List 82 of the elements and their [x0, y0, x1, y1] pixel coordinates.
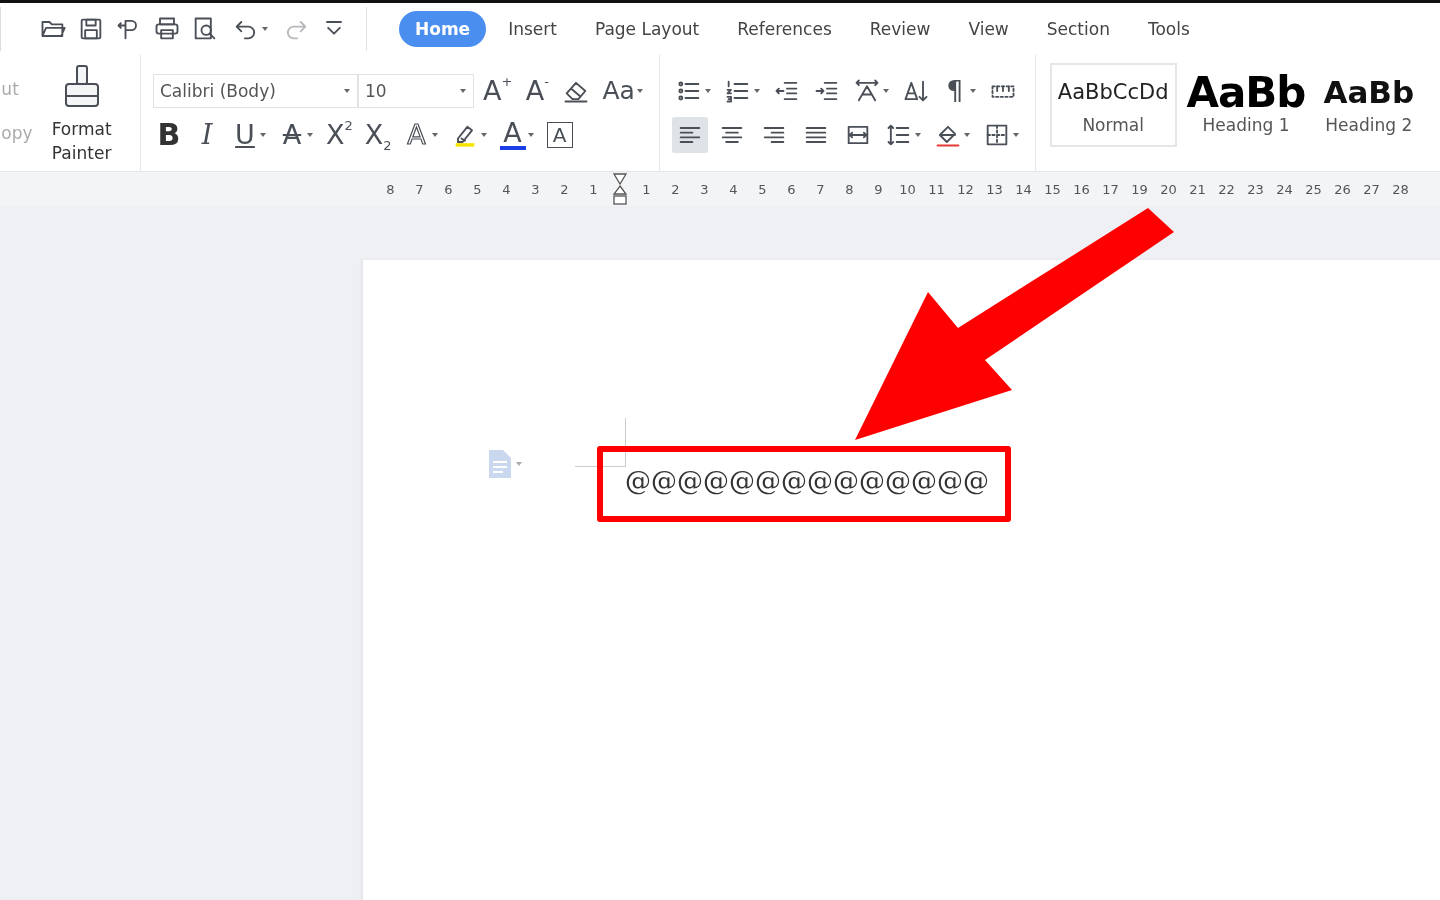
caret-icon[interactable]	[635, 87, 644, 95]
font-size-value: 10	[365, 81, 387, 101]
character-border-button[interactable]: A	[546, 122, 573, 148]
ribbon-tab[interactable]: Page Layout	[578, 11, 716, 47]
ruler-number: 8	[385, 181, 396, 197]
ruler-number: 21	[1188, 181, 1207, 197]
bold-button[interactable]: B	[156, 119, 182, 151]
ribbon-tab[interactable]: Review	[853, 11, 947, 47]
ruler-number: 5	[472, 181, 483, 197]
superscript-button[interactable]: X$^{2}$	[326, 119, 353, 151]
caret-icon[interactable]	[430, 131, 439, 139]
ruler-number: 26	[1333, 181, 1352, 197]
ruler-number: 9	[873, 181, 884, 197]
ruler-number: 12	[956, 181, 975, 197]
ruler-number: 2	[559, 181, 570, 197]
ruler-number: 14	[1014, 181, 1033, 197]
ruler-number: 8	[844, 181, 855, 197]
font-color-button[interactable]: A	[499, 120, 526, 150]
caret-icon[interactable]	[526, 131, 535, 139]
grow-font-button[interactable]: A$^{+}$	[483, 75, 513, 107]
caret-icon[interactable]	[343, 87, 351, 95]
ruler-number: 7	[815, 181, 826, 197]
ruler-number: 3	[530, 181, 541, 197]
ruler-number: 24	[1275, 181, 1294, 197]
caret-icon[interactable]	[968, 87, 977, 95]
ribbon-tab[interactable]: Insert	[492, 11, 573, 47]
ruler-number: 15	[1043, 181, 1062, 197]
ribbon-tab[interactable]: View	[952, 11, 1025, 47]
ribbon-tab[interactable]: References	[721, 11, 848, 47]
caret-icon[interactable]	[703, 87, 712, 95]
ribbon-tab[interactable]: Section	[1030, 11, 1126, 47]
indent-marker-icon[interactable]	[612, 172, 628, 206]
italic-button[interactable]: I	[194, 119, 220, 151]
caret-icon[interactable]	[913, 131, 922, 139]
style-preset[interactable]: AaBb Heading 2	[1315, 63, 1423, 147]
caret-icon[interactable]	[881, 87, 890, 95]
ruler-number: 7	[414, 181, 425, 197]
ruler-number: 5	[757, 181, 768, 197]
ruler-number: 28	[1391, 181, 1410, 197]
ruler-number: 6	[443, 181, 454, 197]
paragraph-marks-button[interactable]: ¶	[941, 75, 968, 107]
document-text: @@@@@@@@@@@@@@	[625, 466, 989, 496]
ribbon-tab[interactable]: Tools	[1131, 11, 1206, 47]
font-name-dropdown[interactable]: Calibri (Body)	[153, 74, 358, 108]
underline-button[interactable]: U	[232, 119, 258, 151]
caret-icon[interactable]	[1011, 131, 1020, 139]
ruler-number: 3	[699, 181, 710, 197]
ruler-number: 10	[898, 181, 917, 197]
ruler-number: 6	[786, 181, 797, 197]
font-size-dropdown[interactable]: 10	[358, 74, 474, 108]
caret-icon[interactable]	[962, 131, 971, 139]
ruler-number: 19	[1130, 181, 1149, 197]
ruler-number: 1	[588, 181, 599, 197]
subscript-button[interactable]: X$_{2}$	[364, 119, 392, 151]
caret-icon[interactable]	[306, 131, 314, 139]
ruler-number: 25	[1304, 181, 1323, 197]
caret-icon[interactable]	[479, 131, 488, 139]
caret-icon[interactable]	[259, 131, 267, 139]
ruler-number: 11	[927, 181, 946, 197]
ruler-number: 23	[1246, 181, 1265, 197]
ruler-number: 20	[1159, 181, 1178, 197]
ruler-number: 4	[501, 181, 512, 197]
format-painter-label[interactable]: Format Painter	[46, 117, 117, 165]
style-preset[interactable]: AaBb Heading 1	[1178, 63, 1314, 147]
caret-icon[interactable]	[752, 87, 761, 95]
ruler-number: 17	[1101, 181, 1120, 197]
ruler-number: 13	[985, 181, 1004, 197]
ruler-number: 16	[1072, 181, 1091, 197]
style-preset[interactable]: AaBbCcDd Normal	[1049, 63, 1177, 147]
caret-icon[interactable]	[459, 87, 467, 95]
ruler-number: 4	[728, 181, 739, 197]
ruler-number: 1	[641, 181, 652, 197]
margin-corner-mark	[575, 418, 626, 467]
shrink-font-button[interactable]: A$^{-}$	[524, 75, 551, 107]
ruler-number: 27	[1362, 181, 1381, 197]
ruler-number: 22	[1217, 181, 1236, 197]
caret-icon[interactable]	[261, 25, 269, 33]
font-name-value: Calibri (Body)	[160, 81, 276, 101]
strikethrough-button[interactable]: A	[279, 119, 305, 151]
change-case-button[interactable]: Aa	[602, 75, 635, 107]
ruler-number: 2	[670, 181, 681, 197]
text-effect-button[interactable]: A	[403, 119, 430, 151]
